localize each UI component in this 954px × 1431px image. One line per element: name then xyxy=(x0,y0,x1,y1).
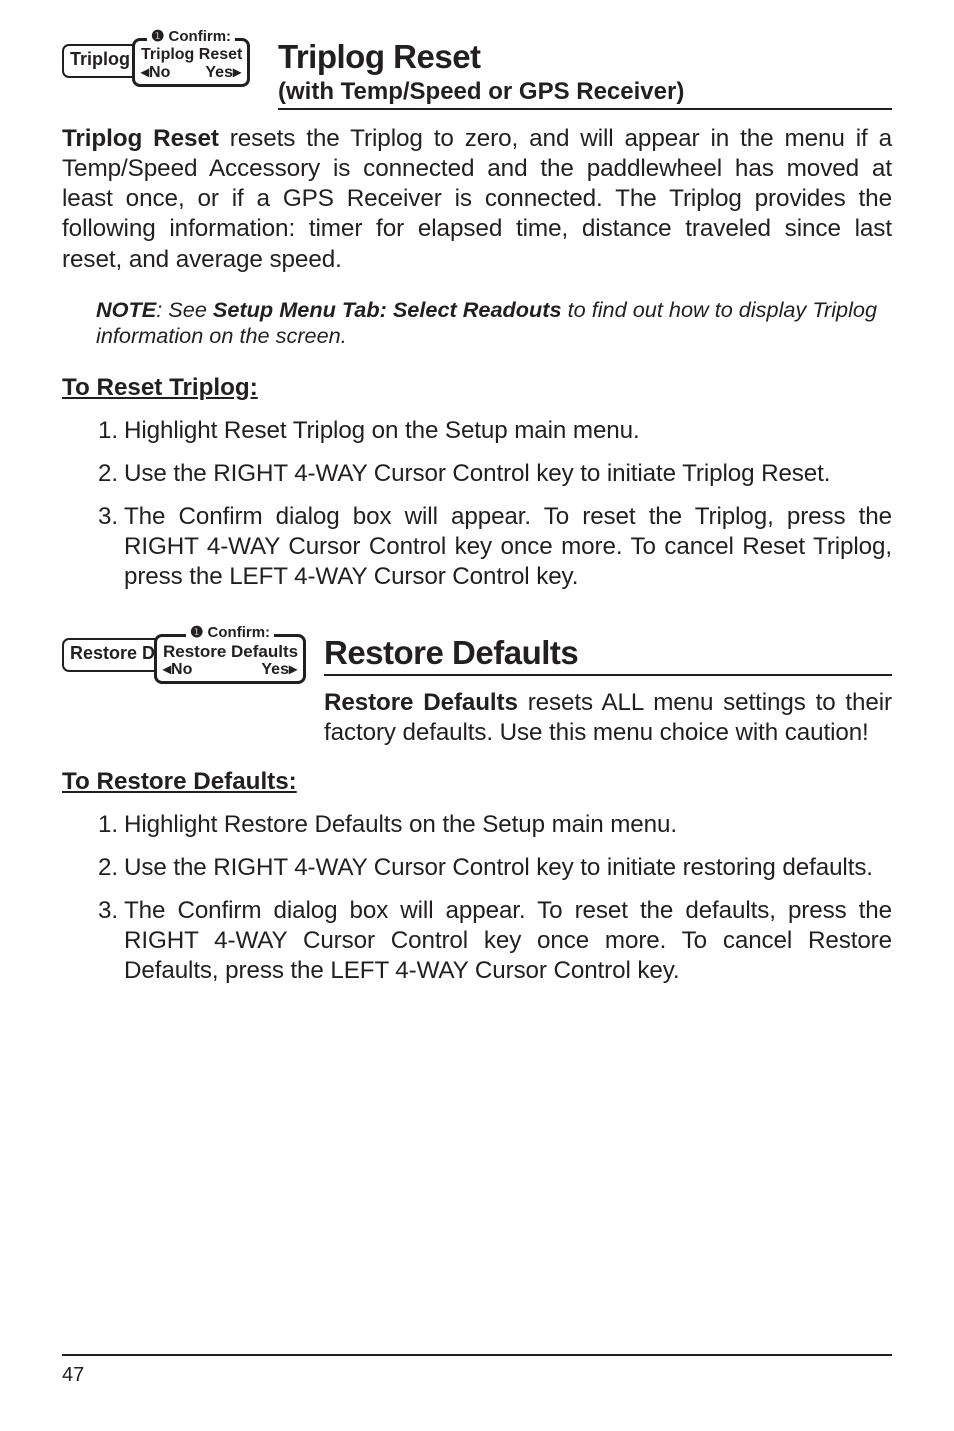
intro-paragraph: Triplog Reset resets the Triplog to zero… xyxy=(62,124,892,275)
list-item: 2.Use the RIGHT 4-WAY Cursor Control key… xyxy=(98,853,892,883)
note-paragraph: NOTE: See Setup Menu Tab: Select Readout… xyxy=(96,297,892,350)
yes-option: Yes▸ xyxy=(205,65,241,81)
section-title: Triplog Reset xyxy=(278,38,892,76)
step-text: Use the RIGHT 4-WAY Cursor Control key t… xyxy=(124,459,892,489)
list-item: 1.Highlight Reset Triplog on the Setup m… xyxy=(98,416,892,446)
yes-option: Yes▸ xyxy=(261,662,297,678)
heading-rule xyxy=(278,108,892,110)
list-item: 3.The Confirm dialog box will appear. To… xyxy=(98,502,892,592)
heading-row: Triplog Rese ❶ Confirm: Triplog Reset ◂N… xyxy=(62,38,892,110)
note-lead: NOTE xyxy=(96,297,156,322)
procedure-heading: To Restore Defaults: xyxy=(62,768,892,796)
procedure-steps: 1.Highlight Reset Triplog on the Setup m… xyxy=(98,416,892,592)
note-pre: : See xyxy=(156,297,213,322)
procedure-steps: 1.Highlight Restore Defaults on the Setu… xyxy=(98,810,892,986)
step-text: The Confirm dialog box will appear. To r… xyxy=(124,896,892,986)
dialog-front-box: ❶ Confirm: Restore Defaults ◂No Yes▸ xyxy=(154,634,306,684)
dialog-buttons: ◂No Yes▸ xyxy=(135,65,247,84)
confirm-tab: ❶ Confirm: xyxy=(147,29,235,44)
section-subtitle: (with Temp/Speed or GPS Receiver) xyxy=(278,78,892,106)
para-lead: Restore Defaults xyxy=(324,689,518,716)
section-title: Restore Defaults xyxy=(324,634,892,672)
note-bold: Setup Menu Tab: Select Readouts xyxy=(213,297,562,322)
no-option: ◂No xyxy=(141,65,170,81)
heading-rule xyxy=(324,674,892,676)
no-option: ◂No xyxy=(163,662,192,678)
dialog-graphic-triplog: Triplog Rese ❶ Confirm: Triplog Reset ◂N… xyxy=(62,38,252,104)
heading-row: Restore De ❶ Confirm: Restore Defaults ◂… xyxy=(62,634,892,748)
step-number: 1. xyxy=(98,810,124,840)
step-number: 2. xyxy=(98,459,124,489)
heading-text: Triplog Reset (with Temp/Speed or GPS Re… xyxy=(278,38,892,110)
list-item: 1.Highlight Restore Defaults on the Setu… xyxy=(98,810,892,840)
step-number: 3. xyxy=(98,896,124,986)
step-number: 1. xyxy=(98,416,124,446)
step-text: The Confirm dialog box will appear. To r… xyxy=(124,502,892,592)
heading-text: Restore Defaults Restore Defaults resets… xyxy=(324,634,892,748)
dialog-graphic-restore: Restore De ❶ Confirm: Restore Defaults ◂… xyxy=(62,634,308,700)
para-lead: Triplog Reset xyxy=(62,125,219,152)
step-text: Use the RIGHT 4-WAY Cursor Control key t… xyxy=(124,853,892,883)
footer-rule xyxy=(62,1354,892,1356)
step-text: Highlight Restore Defaults on the Setup … xyxy=(124,810,892,840)
back-label: Restore De xyxy=(70,643,165,663)
intro-paragraph: Restore Defaults resets ALL menu setting… xyxy=(324,688,892,748)
dialog-buttons: ◂No Yes▸ xyxy=(157,662,303,681)
list-item: 2.Use the RIGHT 4-WAY Cursor Control key… xyxy=(98,459,892,489)
page-footer: 47 xyxy=(62,1354,892,1387)
list-item: 3.The Confirm dialog box will appear. To… xyxy=(98,896,892,986)
page-number: 47 xyxy=(62,1364,892,1387)
section-restore-defaults: Restore De ❶ Confirm: Restore Defaults ◂… xyxy=(62,634,892,986)
procedure-heading: To Reset Triplog: xyxy=(62,374,892,402)
step-number: 2. xyxy=(98,853,124,883)
step-text: Highlight Reset Triplog on the Setup mai… xyxy=(124,416,892,446)
confirm-tab: ❶ Confirm: xyxy=(186,625,274,640)
step-number: 3. xyxy=(98,502,124,592)
section-triplog-reset: Triplog Rese ❶ Confirm: Triplog Reset ◂N… xyxy=(62,38,892,592)
dialog-front-box: ❶ Confirm: Triplog Reset ◂No Yes▸ xyxy=(132,38,250,87)
